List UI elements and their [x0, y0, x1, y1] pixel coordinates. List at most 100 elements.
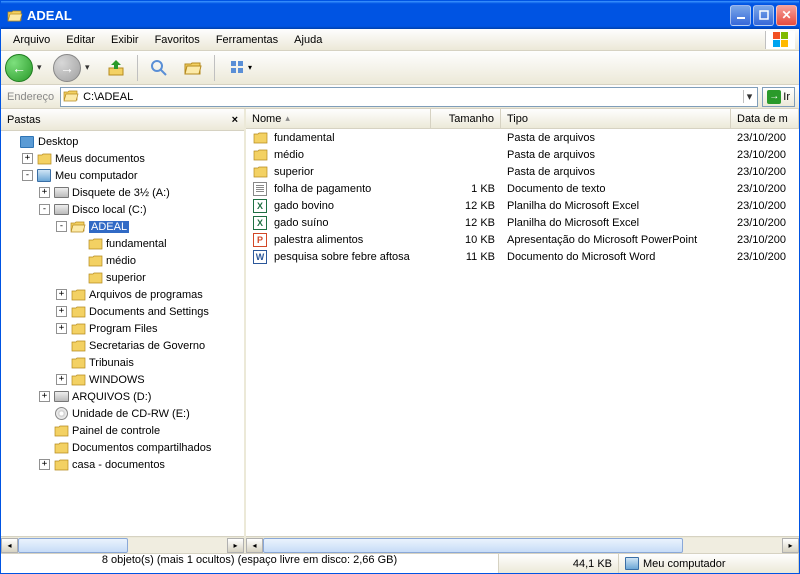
folders-pane-close[interactable]: ×	[232, 114, 238, 126]
menu-exibir[interactable]: Exibir	[103, 32, 147, 48]
minimize-button[interactable]	[730, 5, 751, 26]
sidebar-scrollbar[interactable]: ◂ ▸	[1, 536, 244, 553]
menu-ajuda[interactable]: Ajuda	[286, 32, 330, 48]
tree-node[interactable]: +Disquete de 3½ (A:)	[1, 184, 244, 201]
tree-label: Desktop	[38, 136, 78, 148]
tree-label: Arquivos de programas	[89, 289, 203, 301]
maximize-button[interactable]	[753, 5, 774, 26]
tree-node[interactable]: Painel de controle	[1, 422, 244, 439]
column-type[interactable]: Tipo	[501, 109, 731, 128]
scroll-thumb[interactable]	[18, 538, 128, 553]
scroll-left-button[interactable]: ◂	[246, 538, 263, 553]
file-row[interactable]: Xgado suíno12 KBPlanilha do Microsoft Ex…	[246, 214, 799, 231]
toolbar: ← ▾ → ▾ ▾	[1, 51, 799, 85]
column-size[interactable]: Tamanho	[431, 109, 501, 128]
folders-button[interactable]	[178, 53, 208, 83]
menu-arquivo[interactable]: Arquivo	[5, 32, 58, 48]
file-list[interactable]: fundamentalPasta de arquivos23/10/200méd…	[246, 129, 799, 536]
file-name: palestra alimentos	[274, 234, 363, 246]
views-button[interactable]: ▾	[221, 53, 261, 83]
tree-node[interactable]: médio	[1, 252, 244, 269]
go-button[interactable]: → Ir	[762, 87, 795, 107]
search-button[interactable]	[144, 53, 174, 83]
drive-icon	[53, 390, 69, 404]
forward-dropdown[interactable]: ▾	[85, 62, 97, 73]
scroll-right-button[interactable]: ▸	[227, 538, 244, 553]
tree-node[interactable]: + Arquivos de programas	[1, 286, 244, 303]
expand-toggle[interactable]: +	[22, 153, 33, 164]
file-row[interactable]: folha de pagamento1 KBDocumento de texto…	[246, 180, 799, 197]
folder-icon	[7, 7, 23, 23]
sort-asc-icon: ▴	[285, 113, 290, 124]
go-arrow-icon: →	[767, 90, 781, 104]
scroll-thumb[interactable]	[263, 538, 683, 553]
scroll-left-button[interactable]: ◂	[1, 538, 18, 553]
expand-toggle[interactable]: +	[39, 391, 50, 402]
tree-node[interactable]: Desktop	[1, 133, 244, 150]
file-row[interactable]: médioPasta de arquivos23/10/200	[246, 146, 799, 163]
statusbar: 8 objeto(s) (mais 1 ocultos) (espaço liv…	[1, 553, 799, 573]
tree-node[interactable]: +ARQUIVOS (D:)	[1, 388, 244, 405]
folder-icon	[252, 131, 268, 145]
forward-button[interactable]: →	[53, 54, 81, 82]
tree-node[interactable]: -Meu computador	[1, 167, 244, 184]
menu-editar[interactable]: Editar	[58, 32, 103, 48]
back-button[interactable]: ←	[5, 54, 33, 82]
file-name: pesquisa sobre febre aftosa	[274, 251, 410, 263]
expand-toggle[interactable]: +	[56, 306, 67, 317]
expand-toggle[interactable]: -	[39, 204, 50, 215]
file-row[interactable]: Ppalestra alimentos10 KBApresentação do …	[246, 231, 799, 248]
expand-toggle[interactable]: +	[39, 187, 50, 198]
status-size: 44,1 KB	[499, 554, 619, 573]
file-size: 12 KB	[431, 217, 501, 229]
file-row[interactable]: fundamentalPasta de arquivos23/10/200	[246, 129, 799, 146]
folders-pane: Pastas × Desktop+Meus documentos-Meu com…	[1, 109, 246, 553]
folder-icon	[87, 237, 103, 251]
menu-ferramentas[interactable]: Ferramentas	[208, 32, 286, 48]
tree-node[interactable]: Tribunais	[1, 354, 244, 371]
up-button[interactable]	[101, 53, 131, 83]
expand-toggle[interactable]: +	[56, 374, 67, 385]
tree-node[interactable]: fundamental	[1, 235, 244, 252]
folder-icon	[70, 339, 86, 353]
file-row[interactable]: Wpesquisa sobre febre aftosa11 KBDocumen…	[246, 248, 799, 265]
folder-icon	[87, 271, 103, 285]
tree-node[interactable]: +Program Files	[1, 320, 244, 337]
address-dropdown[interactable]: ▾	[743, 90, 756, 103]
column-date[interactable]: Data de m	[731, 109, 799, 128]
expand-toggle[interactable]: +	[56, 289, 67, 300]
tree-node[interactable]: +WINDOWS	[1, 371, 244, 388]
xls-icon: X	[252, 199, 268, 213]
tree-node[interactable]: +Meus documentos	[1, 150, 244, 167]
tree-node[interactable]: Secretarias de Governo	[1, 337, 244, 354]
address-label: Endereço	[5, 91, 56, 103]
close-button[interactable]: ✕	[776, 5, 797, 26]
expand-toggle[interactable]: +	[39, 459, 50, 470]
titlebar[interactable]: ADEAL ✕	[1, 1, 799, 29]
address-input[interactable]: C:\ADEAL ▾	[60, 87, 758, 107]
tree-node[interactable]: + casa - documentos	[1, 456, 244, 473]
tree-node[interactable]: -Disco local (C:)	[1, 201, 244, 218]
scroll-right-button[interactable]: ▸	[782, 538, 799, 553]
tree-node[interactable]: +Documents and Settings	[1, 303, 244, 320]
expand-toggle[interactable]: -	[56, 221, 67, 232]
expand-toggle[interactable]: +	[56, 323, 67, 334]
file-row[interactable]: superiorPasta de arquivos23/10/200	[246, 163, 799, 180]
tree-label: superior	[106, 272, 146, 284]
folder-icon	[70, 356, 86, 370]
tree-label: fundamental	[106, 238, 167, 250]
file-date: 23/10/200	[731, 183, 799, 195]
folder-tree[interactable]: Desktop+Meus documentos-Meu computador+D…	[1, 131, 244, 536]
tree-node[interactable]: -ADEAL	[1, 218, 244, 235]
tree-node[interactable]: Documentos compartilhados	[1, 439, 244, 456]
folder-icon	[70, 373, 86, 387]
tree-node[interactable]: superior	[1, 269, 244, 286]
expand-toggle[interactable]: -	[22, 170, 33, 181]
file-row[interactable]: Xgado bovino12 KBPlanilha do Microsoft E…	[246, 197, 799, 214]
tree-label: casa - documentos	[72, 459, 165, 471]
tree-node[interactable]: Unidade de CD-RW (E:)	[1, 405, 244, 422]
back-dropdown[interactable]: ▾	[37, 62, 49, 73]
column-name[interactable]: Nome▴	[246, 109, 431, 128]
menu-favoritos[interactable]: Favoritos	[147, 32, 208, 48]
main-scrollbar[interactable]: ◂ ▸	[246, 536, 799, 553]
